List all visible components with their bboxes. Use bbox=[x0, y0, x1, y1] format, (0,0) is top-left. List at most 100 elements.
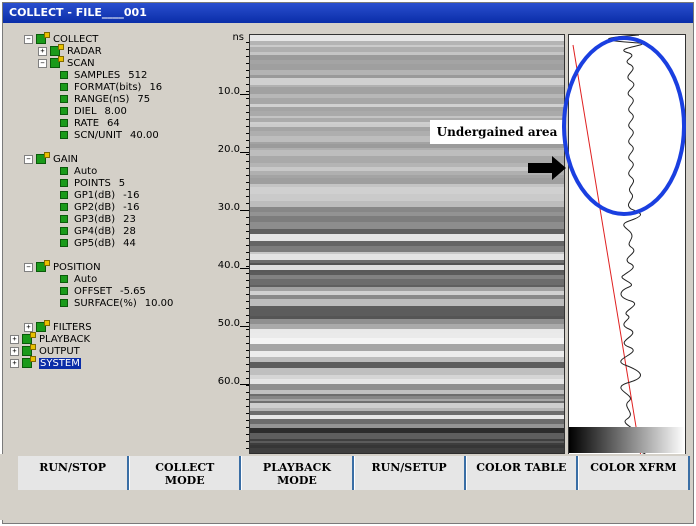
tree-leaf-gp1-db-[interactable]: GP1(dB) -16 bbox=[60, 190, 140, 202]
setting-value: 5 bbox=[118, 178, 126, 189]
leaf-icon bbox=[60, 239, 68, 247]
fkey-sublabel: MODE bbox=[164, 474, 205, 487]
tree-node-output[interactable]: + OUTPUT bbox=[10, 344, 80, 358]
collapse-icon[interactable]: − bbox=[24, 262, 33, 272]
setting-value: -16 bbox=[123, 190, 140, 201]
fkey-label: RUN/SETUP bbox=[371, 461, 447, 474]
setting-value: 16 bbox=[149, 82, 163, 93]
window-title: COLLECT - FILE____001 bbox=[3, 3, 693, 23]
fkey-color-xfrm[interactable]: COLOR XFRM bbox=[577, 456, 691, 490]
tree-leaf-gp5-db-[interactable]: GP5(dB) 44 bbox=[60, 238, 136, 250]
tick-label: 40.0 bbox=[217, 260, 240, 271]
fkey-playback[interactable]: PLAYBACK MODE bbox=[241, 456, 354, 490]
highlight-ellipse bbox=[562, 36, 686, 216]
collapse-icon[interactable]: − bbox=[24, 154, 33, 164]
tick-label: 30.0 bbox=[217, 202, 240, 213]
folder-icon bbox=[50, 56, 64, 68]
setting-label: POINTS bbox=[74, 178, 111, 189]
tick-label: 20.0 bbox=[217, 144, 240, 155]
setting-value: 44 bbox=[123, 238, 136, 249]
tree-leaf-points[interactable]: POINTS 5 bbox=[60, 178, 125, 190]
tree-node-radar[interactable]: + RADAR bbox=[38, 44, 102, 58]
expand-icon[interactable]: + bbox=[10, 334, 19, 344]
tree-leaf-offset[interactable]: OFFSET -5.65 bbox=[60, 286, 146, 298]
tree-leaf-format-bits-[interactable]: FORMAT(bits) 16 bbox=[60, 82, 162, 94]
setting-value: 28 bbox=[123, 226, 136, 237]
reflection-band bbox=[250, 368, 564, 375]
tree-leaf-scn-unit[interactable]: SCN/UNIT 40.00 bbox=[60, 130, 159, 142]
folder-icon bbox=[36, 152, 50, 164]
fkey-label: COLOR XFRM bbox=[590, 461, 677, 474]
leaf-icon bbox=[60, 179, 68, 187]
collapse-icon[interactable]: − bbox=[38, 58, 47, 68]
radargram-view[interactable] bbox=[249, 34, 565, 460]
tree-node-position[interactable]: − POSITION bbox=[24, 260, 101, 274]
tree-node-system[interactable]: + SYSTEM bbox=[10, 356, 81, 370]
setting-value: 512 bbox=[128, 70, 148, 81]
leaf-icon bbox=[60, 275, 68, 283]
function-key-bar: RUN/STOP COLLECT MODE PLAYBACK MODE RUN/SETUP… bbox=[18, 456, 691, 490]
collapse-icon[interactable]: − bbox=[24, 34, 33, 44]
annotation-label: Undergained area bbox=[430, 120, 564, 144]
expand-icon[interactable]: + bbox=[38, 46, 47, 56]
setting-label: FORMAT(bits) bbox=[74, 82, 142, 93]
color-scale-bar bbox=[569, 427, 685, 453]
leaf-icon bbox=[60, 287, 68, 295]
tree-leaf-rate[interactable]: RATE 64 bbox=[60, 118, 120, 130]
reflection-band bbox=[250, 87, 564, 94]
tree-leaf-gp3-db-[interactable]: GP3(dB) 23 bbox=[60, 214, 136, 226]
reflection-band bbox=[250, 234, 564, 241]
tree-leaf-auto[interactable]: Auto bbox=[60, 274, 105, 286]
fkey-run-stop[interactable]: RUN/STOP bbox=[18, 456, 130, 490]
setting-label: SCN/UNIT bbox=[74, 130, 123, 141]
tick-label: 60.0 bbox=[217, 376, 240, 387]
tree-node-scan[interactable]: − SCAN bbox=[38, 56, 95, 70]
expand-icon[interactable]: + bbox=[10, 346, 19, 356]
leaf-icon bbox=[60, 227, 68, 235]
expand-icon[interactable]: + bbox=[10, 358, 19, 368]
setting-label: GP2(dB) bbox=[74, 202, 116, 213]
setting-label: RANGE(nS) bbox=[74, 94, 130, 105]
fkey-sublabel: MODE bbox=[277, 474, 317, 487]
setting-value: 10.00 bbox=[144, 298, 174, 309]
fkey-label: COLLECT bbox=[155, 461, 215, 474]
setting-label: Auto bbox=[74, 166, 98, 177]
folder-icon bbox=[36, 32, 50, 44]
expand-icon[interactable]: + bbox=[24, 322, 33, 332]
fkey-collect[interactable]: COLLECT MODE bbox=[129, 456, 242, 490]
tree-leaf-gp2-db-[interactable]: GP2(dB) -16 bbox=[60, 202, 140, 214]
setting-value: 40.00 bbox=[130, 130, 159, 141]
tree-leaf-surface-[interactable]: SURFACE(%) 10.00 bbox=[60, 298, 173, 310]
tree-node-playback[interactable]: + PLAYBACK bbox=[10, 332, 90, 346]
setting-label: DIEL bbox=[74, 106, 97, 117]
setting-label: Auto bbox=[74, 274, 98, 285]
leaf-icon bbox=[60, 299, 68, 307]
fkey-run-setup[interactable]: RUN/SETUP bbox=[353, 456, 466, 490]
fkey-label: COLOR TABLE bbox=[476, 461, 567, 474]
reflection-band bbox=[250, 156, 564, 163]
tree-node-gain[interactable]: − GAIN bbox=[24, 152, 78, 166]
tree-leaf-samples[interactable]: SAMPLES 512 bbox=[60, 70, 147, 82]
tree-leaf-auto[interactable]: Auto bbox=[60, 166, 105, 178]
setting-label: SAMPLES bbox=[74, 70, 121, 81]
setting-label: OFFSET bbox=[74, 286, 112, 297]
leaf-icon bbox=[60, 83, 68, 91]
leaf-icon bbox=[60, 215, 68, 223]
reflection-band bbox=[250, 187, 564, 194]
reflection-band bbox=[250, 299, 564, 306]
reflection-band bbox=[250, 222, 564, 229]
setting-value: 8.00 bbox=[104, 106, 127, 117]
tree-leaf-diel[interactable]: DIEL 8.00 bbox=[60, 106, 127, 118]
fkey-color-table[interactable]: COLOR TABLE bbox=[465, 456, 578, 490]
leaf-icon bbox=[60, 131, 68, 139]
setting-label: GP3(dB) bbox=[74, 214, 116, 225]
setting-value: 75 bbox=[137, 94, 151, 105]
tree-leaf-gp4-db-[interactable]: GP4(dB) 28 bbox=[60, 226, 136, 238]
reflection-band bbox=[250, 194, 564, 201]
reflection-band bbox=[250, 78, 564, 85]
tree-leaf-range-ns-[interactable]: RANGE(nS) 75 bbox=[60, 94, 150, 106]
setting-label: GP5(dB) bbox=[74, 238, 116, 249]
setting-label: RATE bbox=[74, 118, 100, 129]
reflection-band bbox=[250, 309, 564, 316]
setting-value: -16 bbox=[123, 202, 140, 213]
